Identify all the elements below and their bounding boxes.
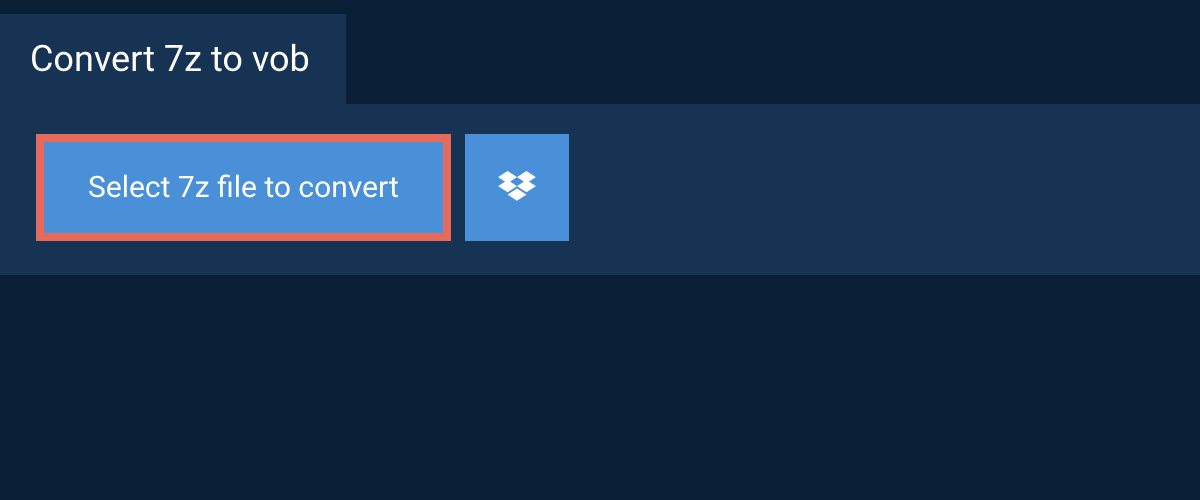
select-file-button-label: Select 7z file to convert xyxy=(88,170,399,205)
page-title: Convert 7z to vob xyxy=(30,38,310,80)
page-title-container: Convert 7z to vob xyxy=(0,14,346,104)
select-file-button[interactable]: Select 7z file to convert xyxy=(36,134,451,241)
converter-panel: Select 7z file to convert xyxy=(0,104,1200,275)
dropbox-icon xyxy=(498,171,536,205)
dropbox-button[interactable] xyxy=(465,134,569,241)
